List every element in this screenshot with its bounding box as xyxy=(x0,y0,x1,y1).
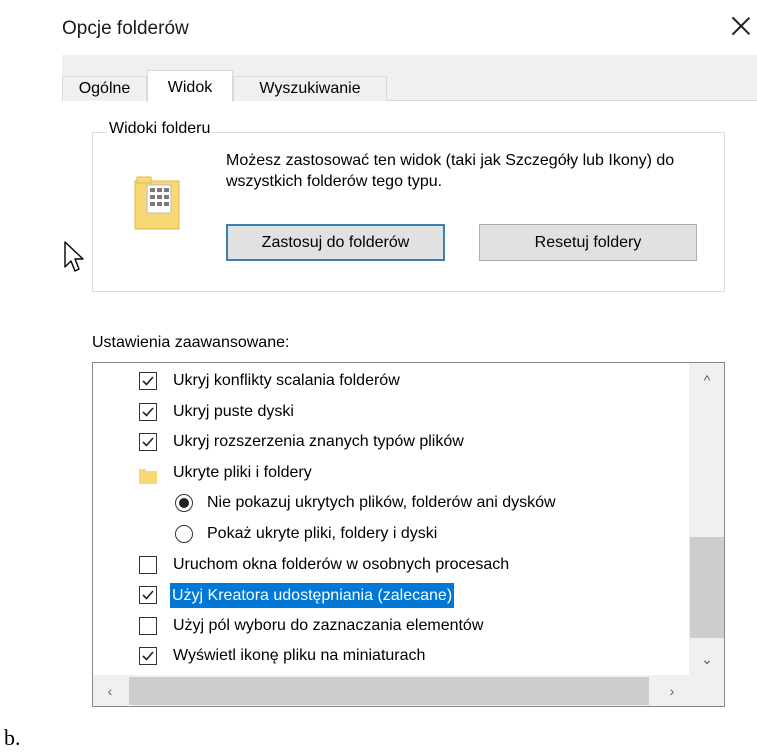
checkbox-checked[interactable] xyxy=(139,586,157,605)
folder-view-icon xyxy=(134,176,180,230)
checkbox-checked[interactable] xyxy=(139,647,157,666)
checkbox-checked[interactable] xyxy=(139,372,157,390)
checkmark-icon xyxy=(142,407,154,417)
list-item-label: Ukryte pliki i foldery xyxy=(173,463,312,481)
folder-views-legend: Widoki folderu xyxy=(107,120,213,138)
list-item[interactable]: Ukryj konflikty scalania folderów xyxy=(93,366,689,396)
close-icon[interactable] xyxy=(729,14,753,38)
list-item[interactable]: Użyj pól wyboru do zaznaczania elementów xyxy=(93,611,689,641)
checkmark-icon xyxy=(142,376,154,386)
list-item-label: Uruchom okna folderów w osobnych procesa… xyxy=(173,555,510,573)
list-item-label: Wyświetl ikonę pliku na miniaturach xyxy=(173,647,426,665)
tab-bar: Ogólne Widok Wyszukiwanie xyxy=(62,55,757,102)
dialog-title: Opcje folderów xyxy=(62,18,189,39)
list-item[interactable]: Ukryj rozszerzenia znanych typów plików xyxy=(93,427,689,457)
tab-view[interactable]: Widok xyxy=(147,70,233,102)
checkmark-icon xyxy=(142,437,154,447)
figure-caption: b. xyxy=(4,725,21,750)
reset-folders-button[interactable]: Resetuj foldery xyxy=(479,224,697,261)
folder-icon xyxy=(139,465,157,484)
radio-unselected[interactable] xyxy=(175,525,193,543)
horizontal-scroll-thumb[interactable] xyxy=(129,677,649,705)
mouse-pointer-icon xyxy=(64,241,84,272)
list-item[interactable]: Ukryte pliki i foldery xyxy=(93,458,689,488)
checkbox-unchecked[interactable] xyxy=(139,616,157,635)
folder-views-description: Możesz zastosować ten widok (taki jak Sz… xyxy=(226,152,675,190)
checkbox-unchecked[interactable] xyxy=(139,555,157,574)
list-item-label: Ukryj rozszerzenia znanych typów plików xyxy=(173,433,464,451)
list-item-label: Użyj Kreatora udostępniania (zalecane) xyxy=(168,582,456,610)
list-item[interactable]: Użyj Kreatora udostępniania (zalecane) xyxy=(93,580,689,610)
scrollbar-corner xyxy=(689,675,724,706)
checkmark-icon xyxy=(142,590,154,600)
radio-selected[interactable] xyxy=(175,494,193,513)
scroll-up-icon[interactable]: ^ xyxy=(689,363,724,397)
list-item-label: Pokaż ukryte pliki, foldery i dyski xyxy=(207,525,438,542)
list-item-label: Ukryj puste dyski xyxy=(173,402,294,420)
checkbox-checked[interactable] xyxy=(139,402,157,421)
checkmark-icon xyxy=(142,651,154,662)
list-item-label: Użyj pól wyboru do zaznaczania elementów xyxy=(173,616,484,634)
list-item[interactable]: Uruchom okna folderów w osobnych procesa… xyxy=(93,550,689,580)
horizontal-scrollbar[interactable]: ‹ › xyxy=(93,675,689,706)
advanced-settings-list[interactable]: Ukryj konflikty scalania folderów Ukryj p… xyxy=(92,362,725,707)
scroll-right-icon[interactable]: › xyxy=(655,675,689,706)
vertical-scroll-thumb[interactable] xyxy=(690,537,724,638)
list-item[interactable]: Nie pokazuj ukrytych plików, folderów an… xyxy=(93,488,689,518)
scroll-left-icon[interactable]: ‹ xyxy=(93,675,127,706)
scroll-down-icon[interactable]: ⌄ xyxy=(689,643,724,675)
advanced-settings-label: Ustawienia zaawansowane: xyxy=(92,334,290,351)
tab-search[interactable]: Wyszukiwanie xyxy=(233,76,387,101)
checkbox-checked[interactable] xyxy=(139,433,157,452)
vertical-scrollbar[interactable]: ^ ⌄ xyxy=(689,363,724,675)
tab-general[interactable]: Ogólne xyxy=(62,76,147,101)
list-item[interactable]: Wyświetl ikonę pliku na miniaturach xyxy=(93,641,689,671)
list-item-label: Ukryj konflikty scalania folderów xyxy=(173,372,400,389)
list-item-label: Nie pokazuj ukrytych plików, folderów an… xyxy=(207,494,556,512)
list-item[interactable]: Ukryj puste dyski xyxy=(93,397,689,427)
apply-to-folders-button[interactable]: Zastosuj do folderów xyxy=(226,224,445,261)
list-item[interactable]: Pokaż ukryte pliki, foldery i dyski xyxy=(93,519,689,549)
